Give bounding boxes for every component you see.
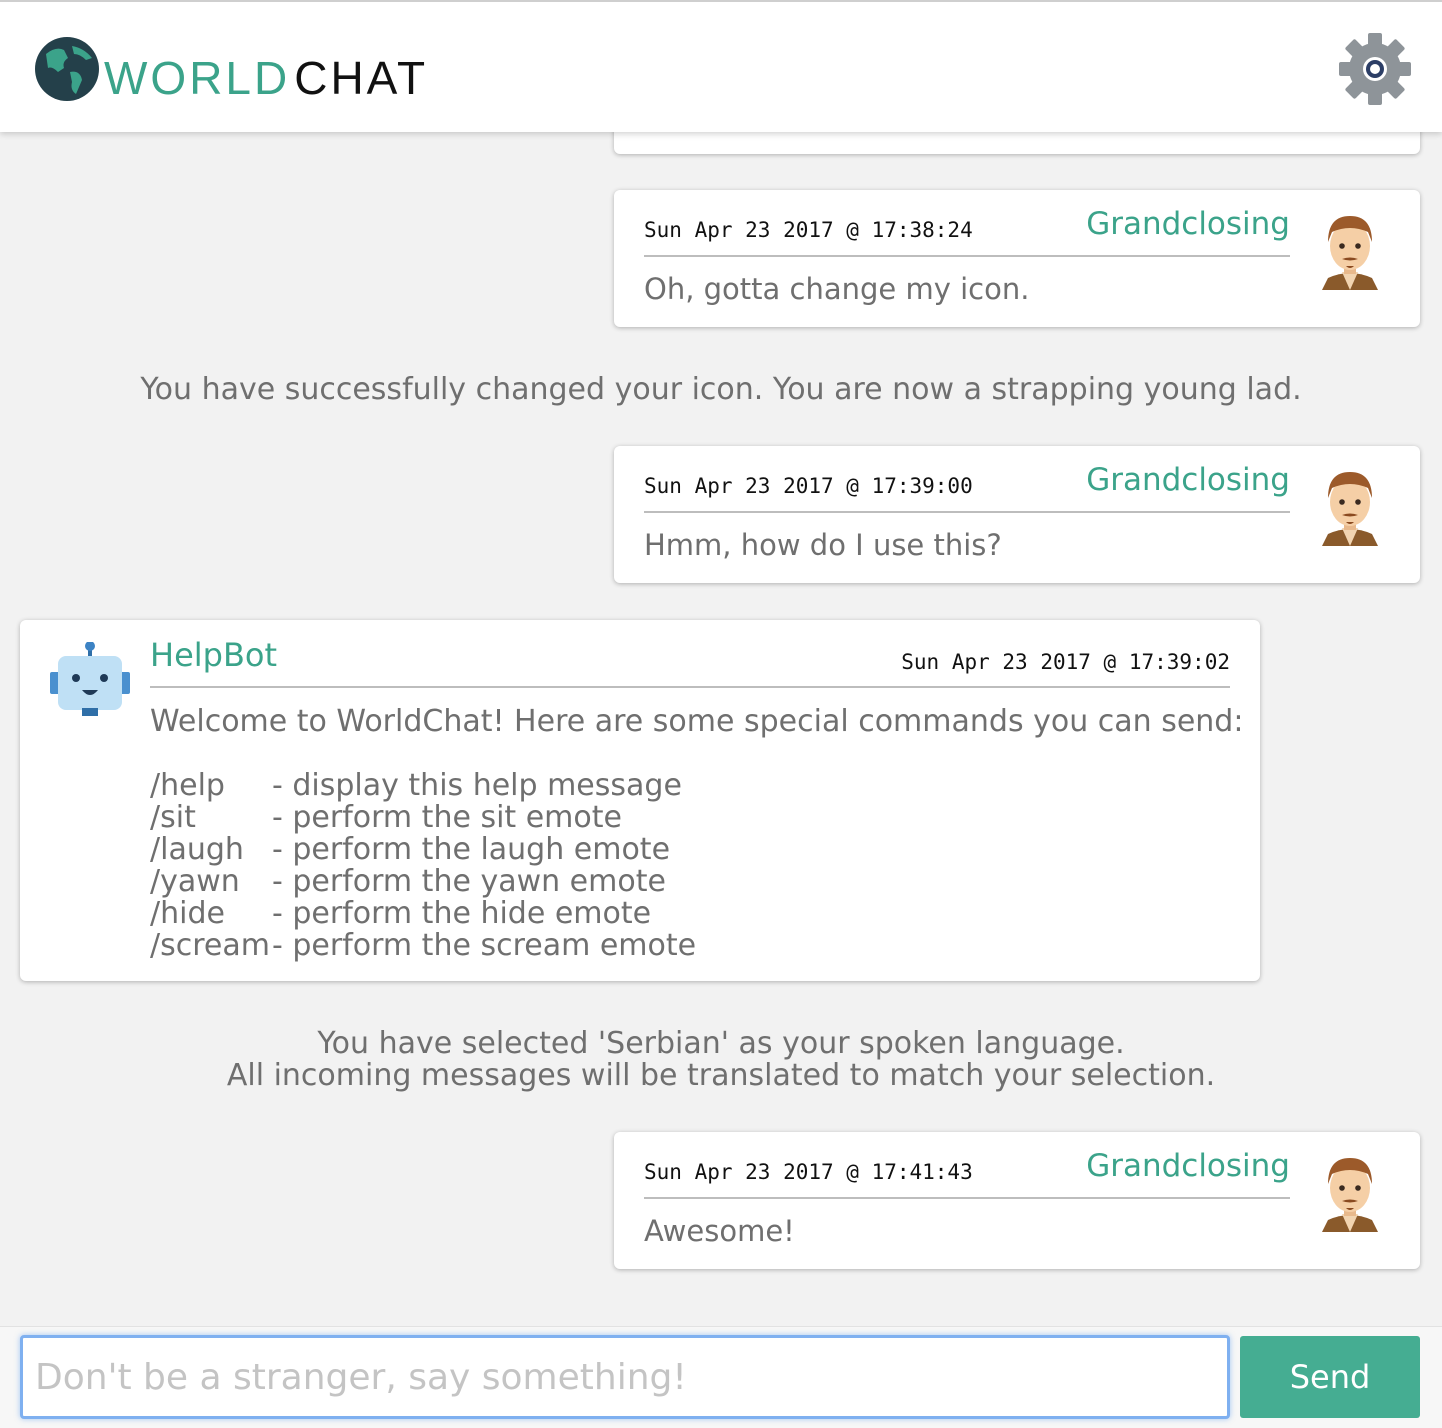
message-card: Sun Apr 23 2017 @ 17:41:43 Grandclosing … <box>614 1132 1420 1269</box>
message-card: Sun Apr 23 2017 @ 17:39:00 Grandclosing … <box>614 446 1420 583</box>
man-avatar-icon <box>1322 216 1378 290</box>
message-card: Sun Apr 23 2017 @ 17:38:24 Grandclosing … <box>614 190 1420 327</box>
helpbot-command-list: /help - display this help message /sit - p… <box>150 770 696 962</box>
message-username[interactable]: Grandclosing <box>1086 462 1290 498</box>
helpbot-divider <box>150 686 1230 688</box>
message-text: Oh, gotta change my icon. <box>644 272 1030 306</box>
command-description: - perform the yawn emote <box>272 864 666 899</box>
command-description: - perform the scream emote <box>272 928 697 963</box>
app-header: WORLD CHAT <box>0 0 1442 132</box>
message-divider <box>644 511 1290 513</box>
command-description: - perform the sit emote <box>272 800 622 835</box>
command-description: - perform the hide emote <box>272 896 652 931</box>
command-name: /scream <box>150 928 270 963</box>
command-name: /laugh <box>150 832 244 867</box>
command-name: /sit <box>150 800 196 835</box>
send-button[interactable]: Send <box>1240 1336 1420 1418</box>
message-divider <box>644 255 1290 257</box>
helpbot-intro: Welcome to WorldChat! Here are some spec… <box>150 704 1244 739</box>
message-username[interactable]: Grandclosing <box>1086 1148 1290 1184</box>
message-username[interactable]: Grandclosing <box>1086 206 1290 242</box>
gear-icon[interactable] <box>1338 32 1412 106</box>
logo-text-chat: CHAT <box>294 52 429 104</box>
system-message-language-line1: You have selected 'Serbian' as your spok… <box>317 1026 1125 1061</box>
logo-text-world: WORLD <box>104 52 291 104</box>
message-timestamp: Sun Apr 23 2017 @ 17:41:43 <box>644 1160 973 1184</box>
command-name: /yawn <box>150 864 240 899</box>
helpbot-name[interactable]: HelpBot <box>150 636 277 674</box>
command-row: /hide - perform the hide emote <box>150 898 696 930</box>
message-text: Awesome! <box>644 1214 795 1248</box>
command-name: /hide <box>150 896 225 931</box>
message-input[interactable] <box>20 1335 1230 1419</box>
man-avatar-icon <box>1322 472 1378 546</box>
command-row: /laugh - perform the laugh emote <box>150 834 696 866</box>
message-timestamp: Sun Apr 23 2017 @ 17:38:24 <box>644 218 973 242</box>
command-row: /yawn - perform the yawn emote <box>150 866 696 898</box>
command-row: /sit - perform the sit emote <box>150 802 696 834</box>
command-description: - perform the laugh emote <box>272 832 671 867</box>
message-text: Hmm, how do I use this? <box>644 528 1002 562</box>
message-divider <box>644 1197 1290 1199</box>
robot-icon <box>50 642 130 716</box>
command-row: /scream - perform the scream emote <box>150 930 696 962</box>
message-timestamp: Sun Apr 23 2017 @ 17:39:00 <box>644 474 973 498</box>
command-name: /help <box>150 768 225 803</box>
command-description: - display this help message <box>272 768 682 803</box>
man-avatar-icon <box>1322 1158 1378 1232</box>
system-message-language-line2: All incoming messages will be translated… <box>226 1058 1216 1093</box>
helpbot-timestamp: Sun Apr 23 2017 @ 17:39:02 <box>901 650 1230 674</box>
command-row: /help - display this help message <box>150 770 696 802</box>
app-logo[interactable]: WORLD CHAT <box>34 36 428 102</box>
system-message-icon-changed: You have successfully changed your icon.… <box>140 372 1302 407</box>
globe-icon <box>35 37 99 101</box>
